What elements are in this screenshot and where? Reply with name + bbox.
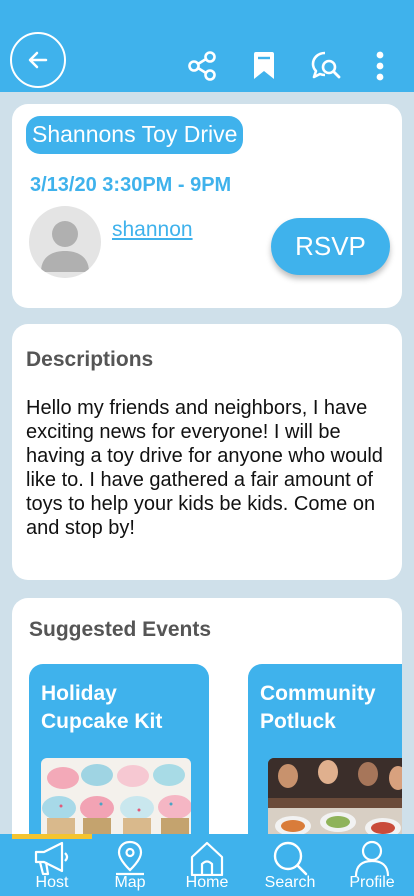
bookmark-icon [254, 52, 274, 79]
share-icon [188, 51, 216, 81]
megaphone-icon [34, 841, 69, 876]
chat-search-button[interactable] [308, 48, 344, 84]
back-button[interactable] [10, 32, 66, 88]
map-pin-icon [116, 840, 144, 876]
description-heading: Descriptions [26, 348, 154, 371]
nav-label-home: Home [185, 874, 229, 891]
nav-item-search[interactable]: Search [250, 838, 330, 896]
event-title: Shannons Toy Drive [26, 116, 244, 154]
arrow-left-icon [28, 51, 48, 69]
nav-item-host[interactable]: Host [12, 838, 92, 896]
rsvp-button[interactable]: RSVP [271, 218, 390, 275]
description-card: Descriptions Hello my friends and neighb… [12, 324, 402, 580]
nav-label-profile: Profile [349, 874, 395, 891]
suggested-event-card[interactable]: Community Potluck [248, 664, 402, 858]
share-button[interactable] [184, 48, 220, 84]
description-text: Hello my friends and neighbors, I have e… [26, 397, 383, 539]
nav-item-map[interactable]: Map [90, 838, 170, 896]
user-icon [354, 840, 390, 876]
nav-label-search: Search [264, 874, 316, 891]
host-username-link[interactable]: shannon [112, 218, 193, 242]
event-datetime: 3/13/20 3:30PM - 9PM [30, 174, 232, 196]
event-info-card: Shannons Toy Drive 3/13/20 3:30PM - 9PM … [12, 104, 402, 308]
search-icon [273, 841, 308, 876]
suggested-event-title: Community Potluck [260, 682, 376, 733]
chat-search-icon [311, 51, 341, 79]
nav-item-home[interactable]: Home [167, 838, 247, 896]
nav-label-host: Host [35, 874, 69, 891]
nav-label-map: Map [114, 874, 146, 891]
suggested-event-card[interactable]: Holiday Cupcake Kit [29, 664, 209, 858]
bookmark-button[interactable] [246, 48, 282, 84]
more-vertical-icon [376, 51, 384, 81]
nav-item-profile[interactable]: Profile [332, 838, 412, 896]
user-placeholder-icon [41, 221, 89, 272]
top-app-bar [0, 0, 414, 92]
more-options-button[interactable] [362, 48, 398, 84]
home-icon [190, 841, 224, 876]
suggested-events-heading: Suggested Events [29, 618, 212, 641]
suggested-event-title: Holiday Cupcake Kit [41, 682, 163, 733]
avatar[interactable] [29, 206, 101, 278]
suggested-events-card: Suggested Events Holiday Cupcake Kit Com… [12, 598, 402, 858]
